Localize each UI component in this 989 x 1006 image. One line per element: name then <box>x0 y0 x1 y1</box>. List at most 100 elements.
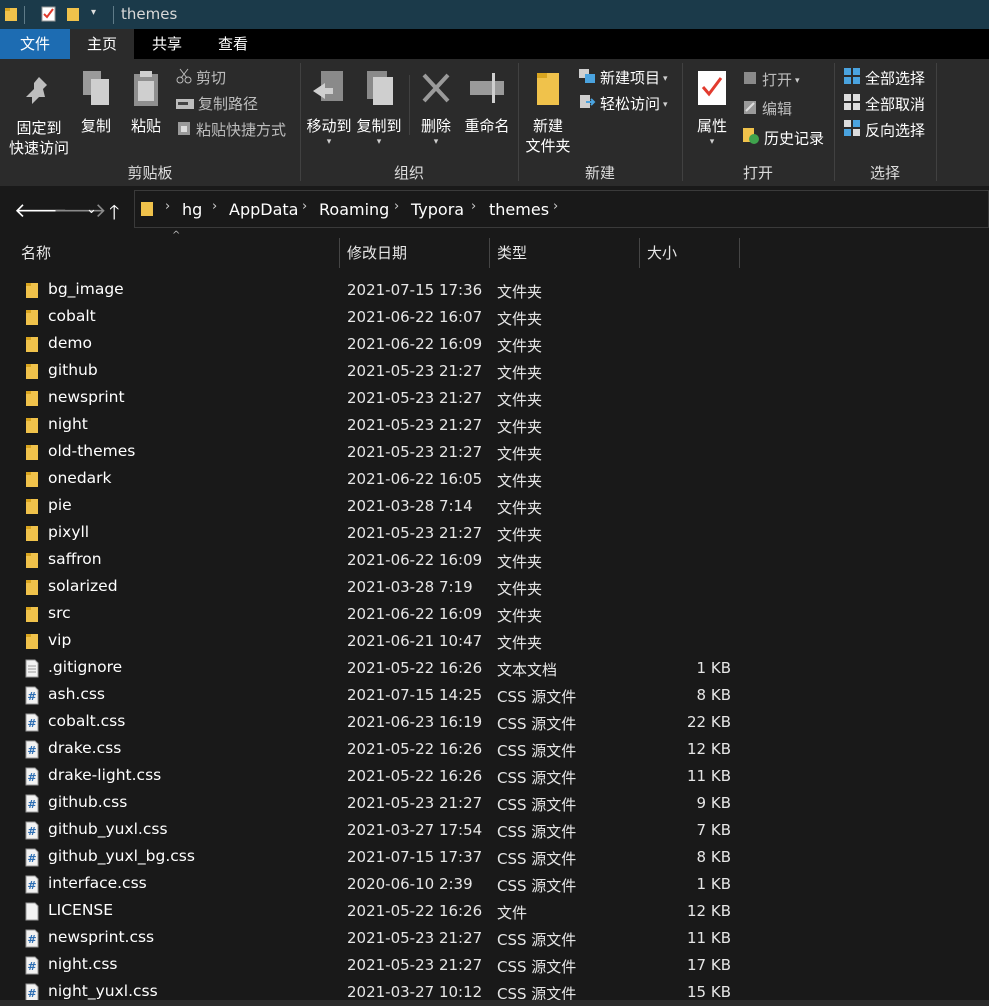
file-row[interactable]: LICENSE 2021-05-22 16:26 文件 12 KB <box>0 898 989 925</box>
up-arrow-icon[interactable]: 🡑 <box>109 198 119 232</box>
file-type: 文件夹 <box>497 418 543 436</box>
file-row[interactable]: .gitignore 2021-05-22 16:26 文本文档 1 KB <box>0 655 989 682</box>
copy-path-button[interactable]: 复制路径 <box>176 93 258 115</box>
file-name: old-themes <box>48 442 136 460</box>
recent-locations-chevron-icon[interactable]: ⌄ <box>86 202 97 217</box>
file-row[interactable]: # ash.css 2021-07-15 14:25 CSS 源文件 8 KB <box>0 682 989 709</box>
customize-quick-access-icon[interactable]: ▾ <box>91 7 96 18</box>
cut-button[interactable]: 剪切 <box>176 67 226 89</box>
folder-icon <box>24 389 42 408</box>
paste-shortcut-button[interactable]: 粘贴快捷方式 <box>176 119 286 141</box>
file-row[interactable]: newsprint 2021-05-23 21:27 文件夹 <box>0 385 989 412</box>
breadcrumb-separator-icon[interactable]: › <box>212 199 217 214</box>
file-row[interactable]: # github_yuxl.css 2021-03-27 17:54 CSS 源文件 7… <box>0 817 989 844</box>
file-type: CSS 源文件 <box>497 850 577 868</box>
file-type: 文件夹 <box>497 607 543 625</box>
breadcrumb-hg[interactable]: hg <box>182 200 202 219</box>
copy-icon <box>76 69 116 114</box>
file-row[interactable]: onedark 2021-06-22 16:05 文件夹 <box>0 466 989 493</box>
file-row[interactable]: old-themes 2021-05-23 21:27 文件夹 <box>0 439 989 466</box>
select-none-button[interactable]: 全部取消 <box>843 93 925 115</box>
file-type: 文件夹 <box>497 553 543 571</box>
file-row[interactable]: # newsprint.css 2021-05-23 21:27 CSS 源文件 11 … <box>0 925 989 952</box>
file-row[interactable]: github 2021-05-23 21:27 文件夹 <box>0 358 989 385</box>
properties-quick-icon[interactable] <box>41 6 56 26</box>
breadcrumb-separator-icon[interactable]: › <box>394 199 399 214</box>
invert-selection-button[interactable]: 反向选择 <box>843 119 925 141</box>
file-date: 2021-05-23 21:27 <box>347 929 483 947</box>
new-folder-button[interactable]: 新建 文件夹 <box>522 69 574 156</box>
file-date: 2020-06-10 2:39 <box>347 875 473 893</box>
edit-button[interactable]: 编辑 <box>742 98 792 120</box>
tab-file[interactable]: 文件 <box>0 29 70 59</box>
properties-button[interactable]: 属性 ▾ <box>690 69 734 152</box>
rename-button[interactable]: 重命名 <box>462 69 512 136</box>
breadcrumb-separator-icon[interactable]: › <box>553 199 558 214</box>
file-row[interactable]: demo 2021-06-22 16:09 文件夹 <box>0 331 989 358</box>
file-row[interactable]: solarized 2021-03-28 7:19 文件夹 <box>0 574 989 601</box>
file-row[interactable]: bg_image 2021-07-15 17:36 文件夹 <box>0 277 989 304</box>
breadcrumb-separator-icon[interactable]: › <box>471 199 476 214</box>
new-item-button[interactable]: 新建项目 ▾ <box>578 67 668 89</box>
column-header-date[interactable]: 修改日期 <box>347 242 407 263</box>
file-row[interactable]: # drake.css 2021-05-22 16:26 CSS 源文件 12 KB <box>0 736 989 763</box>
column-header-type[interactable]: 类型 <box>497 242 527 263</box>
file-row[interactable]: src 2021-06-22 16:09 文件夹 <box>0 601 989 628</box>
copy-to-button[interactable]: 复制到 ▾ <box>354 69 404 152</box>
file-row[interactable]: cobalt 2021-06-22 16:07 文件夹 <box>0 304 989 331</box>
tab-home[interactable]: 主页 <box>70 29 134 59</box>
file-type: CSS 源文件 <box>497 823 577 841</box>
file-row[interactable]: night 2021-05-23 21:27 文件夹 <box>0 412 989 439</box>
file-date: 2021-05-23 21:27 <box>347 524 483 542</box>
forward-arrow-icon[interactable]: 🡒 <box>53 198 107 222</box>
horizontal-scrollbar[interactable] <box>0 1000 989 1006</box>
open-button[interactable]: 打开 ▾ <box>742 69 800 91</box>
new-folder-quick-icon[interactable] <box>66 6 80 26</box>
tab-view[interactable]: 查看 <box>200 29 266 59</box>
file-date: 2021-03-28 7:19 <box>347 578 473 596</box>
column-header-name[interactable]: 名称 <box>21 242 51 263</box>
easy-access-button[interactable]: 轻松访问 ▾ <box>578 93 668 115</box>
group-label-organize: 组织 <box>393 164 424 182</box>
new-item-icon <box>578 68 596 90</box>
breadcrumb-roaming[interactable]: Roaming <box>319 200 389 219</box>
file-row[interactable]: pixyll 2021-05-23 21:27 文件夹 <box>0 520 989 547</box>
history-button[interactable]: 历史记录 <box>742 127 824 149</box>
breadcrumb-appdata[interactable]: AppData <box>229 200 298 219</box>
delete-button[interactable]: 删除 ▾ <box>416 69 456 152</box>
pin-icon <box>6 73 72 116</box>
file-row[interactable]: saffron 2021-06-22 16:09 文件夹 <box>0 547 989 574</box>
rename-icon <box>462 69 512 114</box>
file-name: .gitignore <box>48 658 123 676</box>
tab-share[interactable]: 共享 <box>134 29 200 59</box>
css-file-icon: # <box>24 740 42 759</box>
file-date: 2021-07-15 14:25 <box>347 686 483 704</box>
select-all-button[interactable]: 全部选择 <box>843 67 925 89</box>
file-row[interactable]: vip 2021-06-21 10:47 文件夹 <box>0 628 989 655</box>
file-date: 2021-05-23 21:27 <box>347 794 483 812</box>
file-date: 2021-07-15 17:36 <box>347 281 483 299</box>
pin-to-quick-access-button[interactable]: 固定到 快速访问 <box>6 73 72 158</box>
breadcrumb-typora[interactable]: Typora <box>411 200 464 219</box>
paste-button[interactable]: 粘贴 <box>126 69 166 136</box>
file-row[interactable]: # github_yuxl_bg.css 2021-07-15 17:37 CSS 源… <box>0 844 989 871</box>
move-to-button[interactable]: 移动到 ▾ <box>304 69 354 152</box>
file-row[interactable]: # drake-light.css 2021-05-22 16:26 CSS 源文件 1… <box>0 763 989 790</box>
file-type: 文件夹 <box>497 580 543 598</box>
file-name: github_yuxl.css <box>48 820 168 838</box>
file-name: drake.css <box>48 739 122 757</box>
address-bar[interactable]: › hg › AppData › Roaming › Typora › them… <box>134 190 989 228</box>
copy-button[interactable]: 复制 <box>76 69 116 136</box>
column-header-size[interactable]: 大小 <box>647 242 677 263</box>
file-row[interactable]: # github.css 2021-05-23 21:27 CSS 源文件 9 KB <box>0 790 989 817</box>
file-row[interactable]: pie 2021-03-28 7:14 文件夹 <box>0 493 989 520</box>
file-date: 2021-06-22 16:05 <box>347 470 483 488</box>
folder-icon <box>4 6 18 26</box>
file-name: ash.css <box>48 685 105 703</box>
file-row[interactable]: # cobalt.css 2021-06-23 16:19 CSS 源文件 22 KB <box>0 709 989 736</box>
breadcrumb-separator-icon[interactable]: › <box>302 199 307 214</box>
file-row[interactable]: # night.css 2021-05-23 21:27 CSS 源文件 17 KB <box>0 952 989 979</box>
file-row[interactable]: # interface.css 2020-06-10 2:39 CSS 源文件 1 KB <box>0 871 989 898</box>
breadcrumb-themes[interactable]: themes <box>489 200 549 219</box>
file-date: 2021-07-15 17:37 <box>347 848 483 866</box>
